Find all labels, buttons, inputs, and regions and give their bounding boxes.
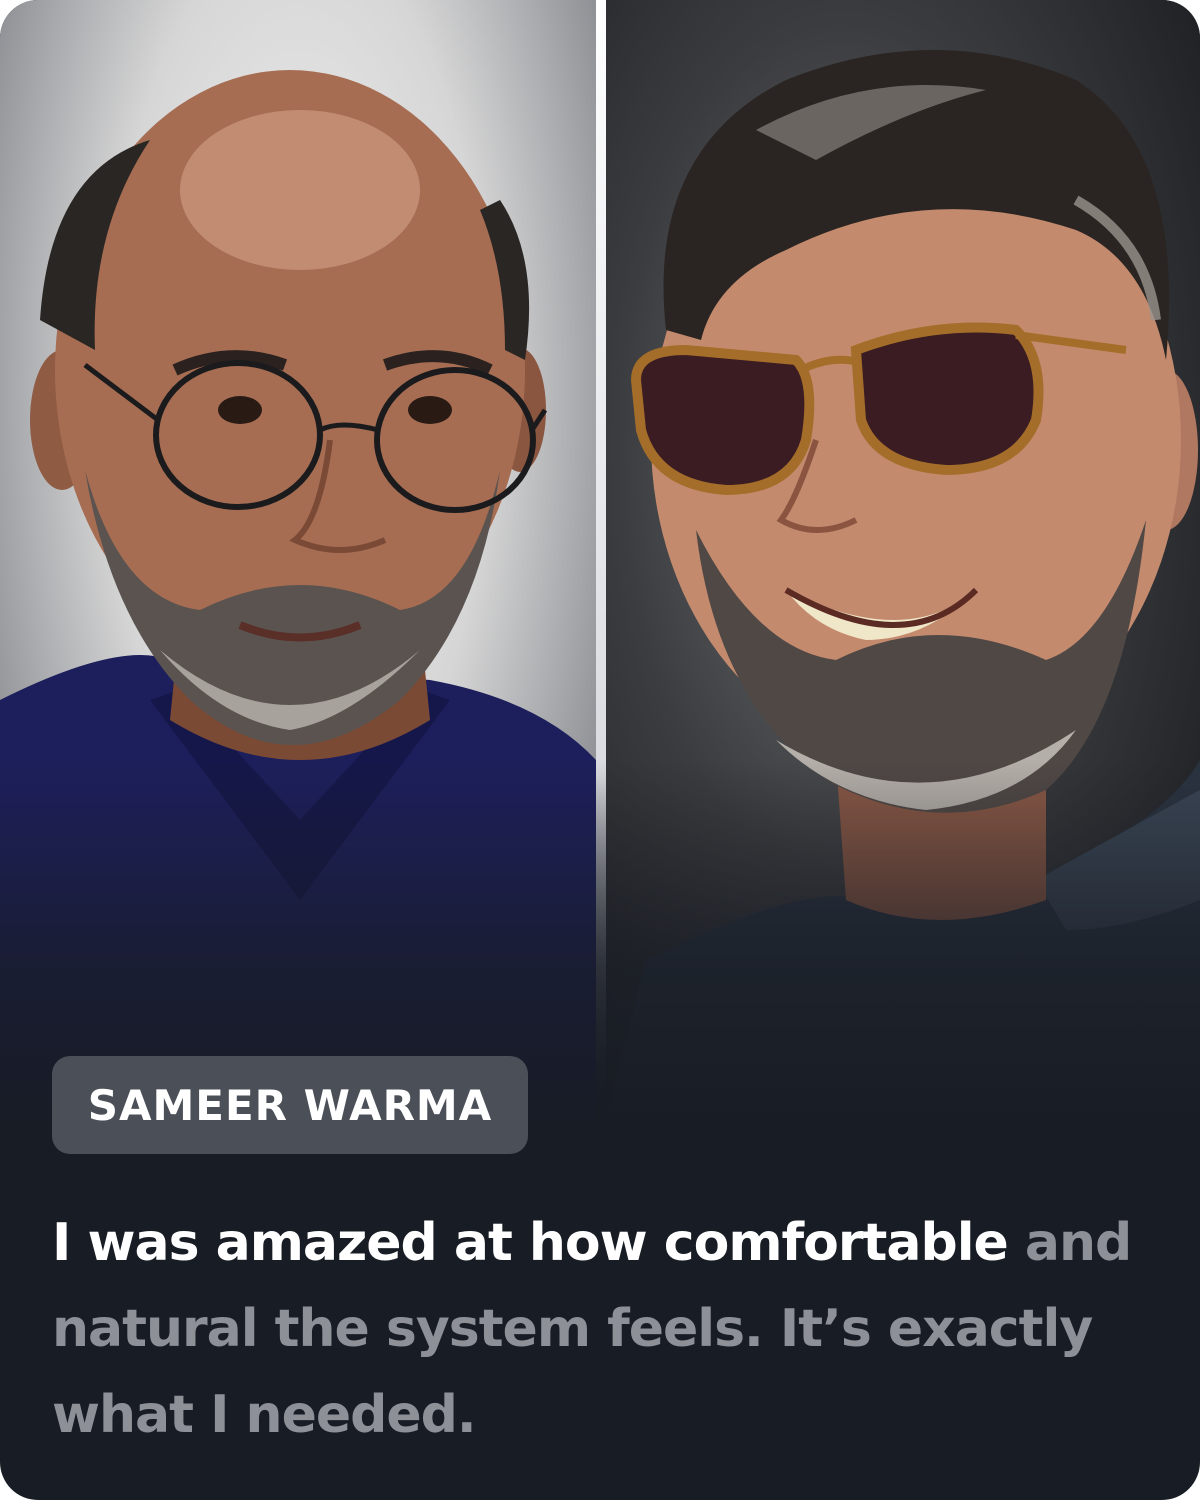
customer-name: SAMEER WARMA: [87, 1080, 493, 1130]
quote-highlight: I was amazed at how comfortable: [52, 1213, 1009, 1273]
name-badge: SAMEER WARMA: [52, 1056, 528, 1154]
testimonial-card: SAMEER WARMA I was amazed at how comfort…: [0, 0, 1200, 1500]
testimonial-quote: I was amazed at how comfortable and natu…: [52, 1200, 1162, 1458]
